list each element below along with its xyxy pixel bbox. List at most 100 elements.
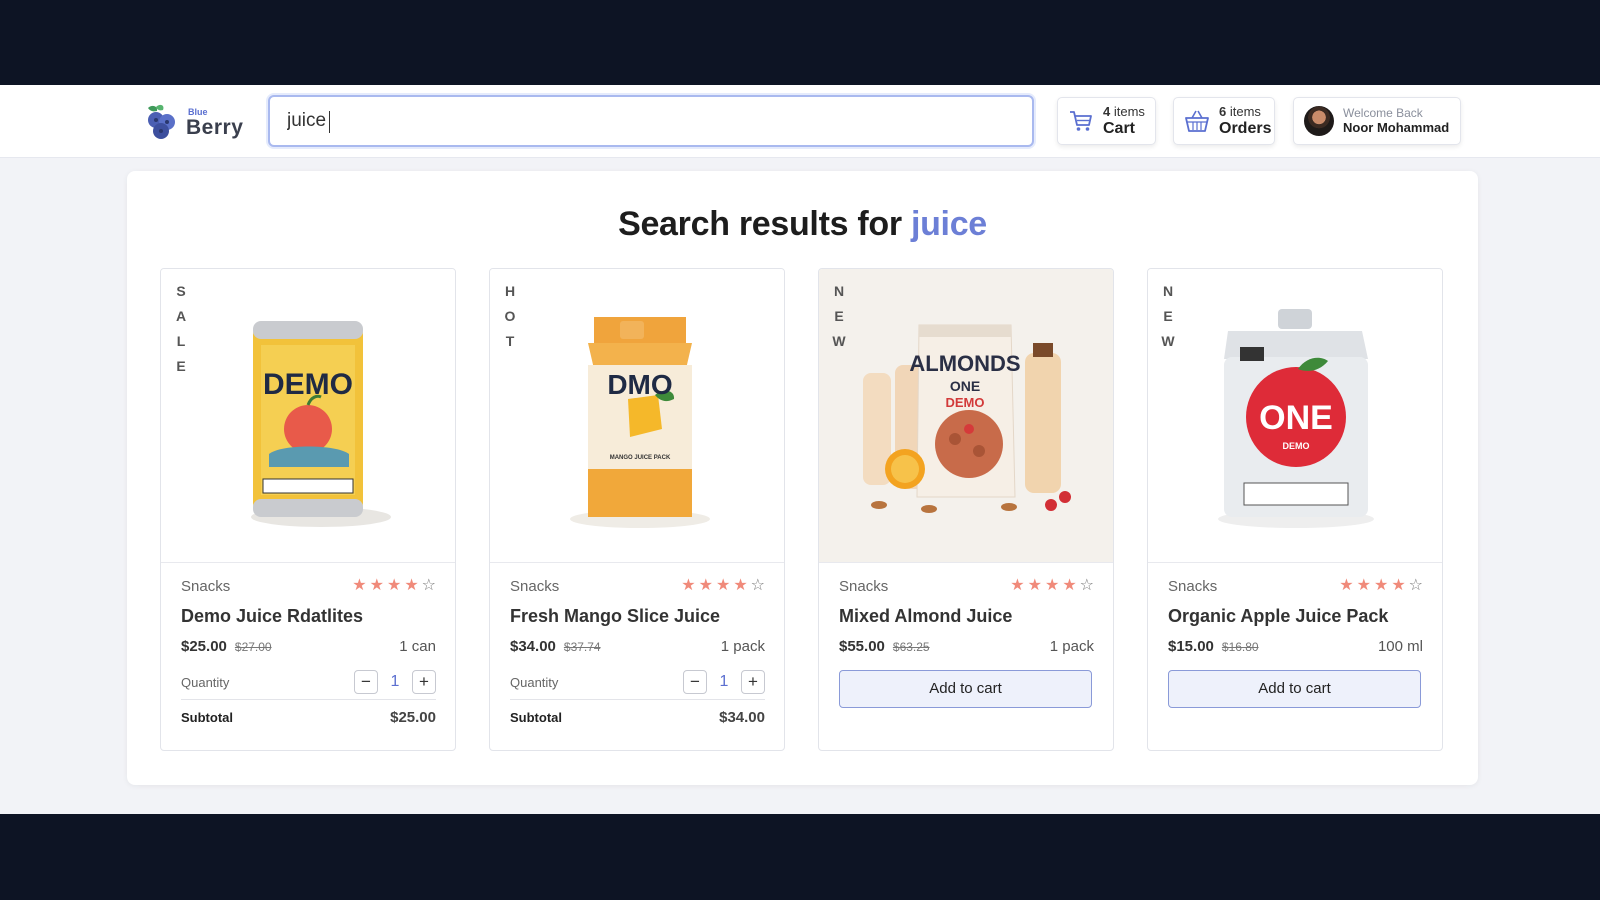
search-box[interactable] bbox=[268, 95, 1034, 147]
product-badge: HOT bbox=[504, 283, 516, 349]
increase-quantity-button[interactable]: + bbox=[741, 670, 765, 694]
quantity-value: 1 bbox=[390, 673, 400, 690]
product-name[interactable]: Organic Apple Juice Pack bbox=[1168, 606, 1423, 630]
star-filled-icon: ★ bbox=[404, 577, 419, 594]
product-price: $15.00 bbox=[1168, 638, 1214, 655]
star-filled-icon: ★ bbox=[1062, 577, 1077, 594]
pack-sub-text: DEMO bbox=[1283, 441, 1310, 451]
decrease-quantity-button[interactable]: − bbox=[683, 670, 707, 694]
orders-count: 6 bbox=[1219, 103, 1227, 119]
rating-stars: ★ ★ ★ ★ ☆ bbox=[681, 578, 765, 594]
cart-button[interactable]: 4 items Cart bbox=[1057, 97, 1156, 145]
juice-carton-image: DMO MANGO JUICE PACK bbox=[570, 317, 710, 528]
orders-label: Orders bbox=[1219, 120, 1272, 138]
product-card[interactable]: DMO MANGO JUICE PACK HOT Snacks ★ ★ ★ ★ … bbox=[489, 268, 785, 751]
star-filled-icon: ★ bbox=[1356, 577, 1371, 594]
star-empty-icon: ☆ bbox=[421, 577, 436, 594]
user-name: Noor Mohammad bbox=[1343, 120, 1450, 136]
product-category: Snacks bbox=[181, 577, 231, 595]
logo-text: Blue Berry bbox=[186, 102, 248, 142]
user-menu[interactable]: Welcome Back Noor Mohammad bbox=[1293, 97, 1461, 145]
product-price: $34.00 bbox=[510, 638, 556, 655]
quantity-label: Quantity bbox=[510, 674, 559, 690]
rating-stars: ★ ★ ★ ★ ☆ bbox=[1339, 578, 1423, 594]
subtotal-label: Subtotal bbox=[510, 709, 562, 725]
product-category: Snacks bbox=[1168, 577, 1218, 595]
star-filled-icon: ★ bbox=[1391, 577, 1406, 594]
star-filled-icon: ★ bbox=[352, 577, 367, 594]
product-unit: 1 pack bbox=[1049, 638, 1094, 655]
cart-label: Cart bbox=[1103, 120, 1136, 138]
quantity-stepper: − 1 + bbox=[354, 670, 436, 694]
star-filled-icon: ★ bbox=[1027, 577, 1042, 594]
orders-button[interactable]: 6 items Orders bbox=[1173, 97, 1275, 145]
product-card[interactable]: ONE DEMO NEW Snacks ★ ★ ★ ★ ☆ Organic Ap… bbox=[1147, 268, 1443, 751]
product-category: Snacks bbox=[839, 577, 889, 595]
rating-stars: ★ ★ ★ ★ ☆ bbox=[352, 578, 436, 594]
star-filled-icon: ★ bbox=[715, 577, 731, 594]
pouch-brand-text: ALMONDS bbox=[909, 351, 1020, 376]
product-old-price: $37.74 bbox=[563, 640, 601, 654]
product-unit: 1 pack bbox=[720, 638, 765, 655]
star-empty-icon: ☆ bbox=[1408, 577, 1423, 594]
add-to-cart-button[interactable]: Add to cart bbox=[839, 670, 1092, 708]
logo[interactable]: Blue Berry bbox=[142, 102, 252, 142]
carton-sub-text: MANGO JUICE PACK bbox=[610, 455, 671, 461]
star-filled-icon: ★ bbox=[386, 577, 402, 594]
product-name[interactable]: Demo Juice Rdatlites bbox=[181, 606, 436, 630]
welcome-text: Welcome Back bbox=[1343, 106, 1423, 120]
product-card[interactable]: ALMONDS ONE DEMO NEW Snacks ★ ★ ★ ★ ☆ Mi… bbox=[818, 268, 1114, 751]
product-old-price: $27.00 bbox=[234, 640, 272, 654]
page: Blue Berry 4 items Cart bbox=[0, 85, 1600, 814]
cart-count: 4 bbox=[1103, 103, 1111, 119]
avatar bbox=[1304, 106, 1334, 136]
rating-stars: ★ ★ ★ ★ ☆ bbox=[1010, 578, 1094, 594]
quantity-value: 1 bbox=[719, 673, 729, 690]
product-unit: 100 ml bbox=[1377, 638, 1423, 655]
star-filled-icon: ★ bbox=[1010, 577, 1025, 594]
cart-icon bbox=[1070, 111, 1092, 131]
product-name[interactable]: Mixed Almond Juice bbox=[839, 606, 1094, 630]
product-card[interactable]: DEMO SALE Snacks ★ ★ ★ ★ ☆ Demo Juice Rd… bbox=[160, 268, 456, 751]
text-caret bbox=[329, 111, 330, 133]
header: Blue Berry 4 items Cart bbox=[0, 85, 1600, 158]
can-brand-text: DEMO bbox=[263, 368, 353, 401]
pack-brand-text: ONE bbox=[1259, 399, 1333, 437]
search-results-panel: Search results for juice DEMO SALE Snack… bbox=[127, 171, 1478, 785]
star-empty-icon: ☆ bbox=[750, 577, 765, 594]
product-image[interactable]: DEMO SALE bbox=[161, 269, 455, 563]
product-unit: 1 can bbox=[399, 638, 436, 655]
juice-can-image: DEMO bbox=[251, 321, 391, 527]
carton-brand-text: DMO bbox=[607, 369, 672, 400]
star-filled-icon: ★ bbox=[681, 577, 696, 594]
decrease-quantity-button[interactable]: − bbox=[354, 670, 378, 694]
cart-count-suffix: items bbox=[1113, 103, 1145, 119]
pouch-demo-text: DEMO bbox=[946, 395, 985, 410]
star-filled-icon: ★ bbox=[698, 577, 713, 594]
product-name[interactable]: Fresh Mango Slice Juice bbox=[510, 606, 765, 630]
title-prefix: Search results for bbox=[618, 205, 902, 243]
quantity-stepper: − 1 + bbox=[683, 670, 765, 694]
subtotal-value: $25.00 bbox=[390, 708, 436, 726]
basket-icon bbox=[1185, 110, 1209, 132]
star-filled-icon: ★ bbox=[733, 577, 748, 594]
star-filled-icon: ★ bbox=[1339, 577, 1354, 594]
quantity-label: Quantity bbox=[181, 674, 230, 690]
product-image[interactable]: ALMONDS ONE DEMO NEW bbox=[819, 269, 1113, 563]
title-query: juice bbox=[910, 205, 987, 243]
blueberry-logo-icon bbox=[148, 104, 175, 139]
search-input[interactable] bbox=[270, 97, 1032, 145]
pouch-sub-text: ONE bbox=[950, 378, 980, 394]
product-old-price: $63.25 bbox=[892, 640, 930, 654]
increase-quantity-button[interactable]: + bbox=[412, 670, 436, 694]
subtotal-label: Subtotal bbox=[181, 709, 233, 725]
product-price: $55.00 bbox=[839, 638, 885, 655]
add-to-cart-button[interactable]: Add to cart bbox=[1168, 670, 1421, 708]
product-category: Snacks bbox=[510, 577, 560, 595]
logo-big-text: Berry bbox=[186, 116, 244, 139]
product-old-price: $16.80 bbox=[1221, 640, 1259, 654]
product-badge: SALE bbox=[175, 283, 187, 374]
product-image[interactable]: ONE DEMO NEW bbox=[1148, 269, 1442, 563]
subtotal-value: $34.00 bbox=[719, 708, 765, 726]
product-image[interactable]: DMO MANGO JUICE PACK HOT bbox=[490, 269, 784, 563]
